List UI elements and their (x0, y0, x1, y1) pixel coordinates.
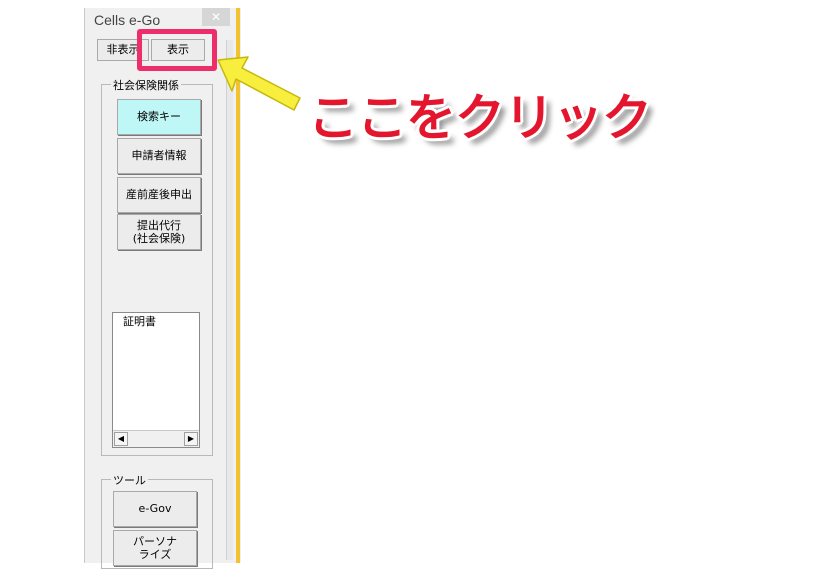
personalize-line1: パーソナ (133, 534, 177, 548)
applicant-info-button[interactable]: 申請者情報 (117, 138, 201, 174)
egov-button[interactable]: e-Gov (113, 491, 197, 527)
scroll-right-arrow-icon[interactable]: ▶ (184, 432, 198, 446)
listbox-horizontal-scrollbar[interactable]: ◀ ▶ (113, 430, 199, 447)
scroll-left-arrow-icon[interactable]: ◀ (114, 432, 128, 446)
pane-edge (236, 8, 240, 563)
certificate-listbox[interactable]: 証明書 ◀ ▶ (112, 312, 200, 448)
submission-proxy-line1: 提出代行 (137, 218, 181, 232)
close-button[interactable]: ✕ (202, 8, 230, 26)
highlight-box (137, 29, 217, 71)
pane-title: Cells e-Go (94, 12, 161, 28)
submission-proxy-button[interactable]: 提出代行 (社会保険) (117, 214, 201, 250)
personalize-button[interactable]: パーソナ ライズ (113, 530, 197, 566)
personalize-line2: ライズ (138, 548, 172, 561)
list-item[interactable]: 証明書 (123, 313, 156, 329)
maternity-button[interactable]: 産前産後申出 (117, 177, 201, 213)
submission-proxy-line2: (社会保険) (132, 232, 186, 245)
social-insurance-group-label: 社会保険関係 (111, 77, 181, 93)
search-key-button[interactable]: 検索キー (117, 99, 201, 135)
pane-scrollbar[interactable] (226, 40, 233, 560)
tools-group-label: ツール (111, 472, 148, 488)
callout-text: ここをクリック (308, 89, 652, 147)
